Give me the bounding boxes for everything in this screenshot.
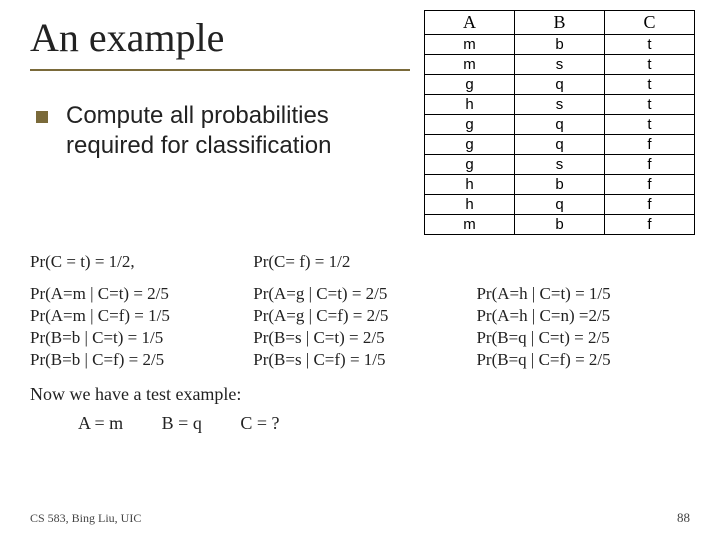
table-body: mbt mst gqt hst gqt gqf gsf hbf hqf mbf xyxy=(425,35,695,235)
cond-row: Pr(A=m | C=t) = 2/5 Pr(A=g | C=t) = 2/5 … xyxy=(30,284,690,304)
test-example: A = m B = q C = ? xyxy=(78,413,690,434)
cond-cell: Pr(A=m | C=f) = 1/5 xyxy=(30,306,253,326)
table-row: gqf xyxy=(425,135,695,155)
test-c: C = ? xyxy=(240,413,279,433)
training-data-table: A B C mbt mst gqt hst gqt gqf gsf hbf hq… xyxy=(424,10,695,235)
col-header-a: A xyxy=(425,11,515,35)
table-row: gsf xyxy=(425,155,695,175)
table-row: gqt xyxy=(425,75,695,95)
cond-cell: Pr(A=m | C=t) = 2/5 xyxy=(30,284,253,304)
table-row: hqf xyxy=(425,195,695,215)
cond-cell: Pr(B=b | C=t) = 1/5 xyxy=(30,328,253,348)
cond-cell: Pr(A=h | C=t) = 1/5 xyxy=(476,284,690,304)
test-a: A = m xyxy=(78,413,123,433)
cond-row: Pr(B=b | C=f) = 2/5 Pr(B=s | C=f) = 1/5 … xyxy=(30,350,690,370)
cond-cell: Pr(A=g | C=t) = 2/5 xyxy=(253,284,476,304)
prior-t: Pr(C = t) = 1/2, xyxy=(30,252,253,272)
cond-cell: Pr(A=h | C=n) =2/5 xyxy=(476,306,690,326)
test-b: B = q xyxy=(162,413,202,433)
square-bullet-icon xyxy=(36,111,48,123)
page-number: 88 xyxy=(677,510,690,526)
footer-text: CS 583, Bing Liu, UIC xyxy=(30,511,141,526)
cond-cell: Pr(B=q | C=t) = 2/5 xyxy=(476,328,690,348)
cond-cell: Pr(B=s | C=t) = 2/5 xyxy=(253,328,476,348)
col-header-c: C xyxy=(605,11,695,35)
table-row: mbf xyxy=(425,215,695,235)
table-row: hbf xyxy=(425,175,695,195)
test-label: Now we have a test example: xyxy=(30,384,690,405)
cond-row: Pr(B=b | C=t) = 1/5 Pr(B=s | C=t) = 2/5 … xyxy=(30,328,690,348)
bullet-text: Compute all probabilities required for c… xyxy=(66,101,410,161)
table-row: hst xyxy=(425,95,695,115)
bullet-row: Compute all probabilities required for c… xyxy=(30,101,410,161)
cond-cell: Pr(A=g | C=f) = 2/5 xyxy=(253,306,476,326)
table-row: mbt xyxy=(425,35,695,55)
table-row: gqt xyxy=(425,115,695,135)
cond-row: Pr(A=m | C=f) = 1/5 Pr(A=g | C=f) = 2/5 … xyxy=(30,306,690,326)
title-underline: An example xyxy=(30,14,410,71)
prior-row: Pr(C = t) = 1/2, Pr(C= f) = 1/2 xyxy=(30,252,690,272)
cond-cell: Pr(B=b | C=f) = 2/5 xyxy=(30,350,253,370)
prior-f: Pr(C= f) = 1/2 xyxy=(253,252,476,272)
slide-title: An example xyxy=(30,14,410,61)
probabilities-block: Pr(C = t) = 1/2, Pr(C= f) = 1/2 Pr(A=m |… xyxy=(30,252,690,434)
cond-cell: Pr(B=s | C=f) = 1/5 xyxy=(253,350,476,370)
col-header-b: B xyxy=(515,11,605,35)
table-row: mst xyxy=(425,55,695,75)
table-header-row: A B C xyxy=(425,11,695,35)
slide: An example Compute all probabilities req… xyxy=(0,0,720,540)
cond-cell: Pr(B=q | C=f) = 2/5 xyxy=(476,350,690,370)
